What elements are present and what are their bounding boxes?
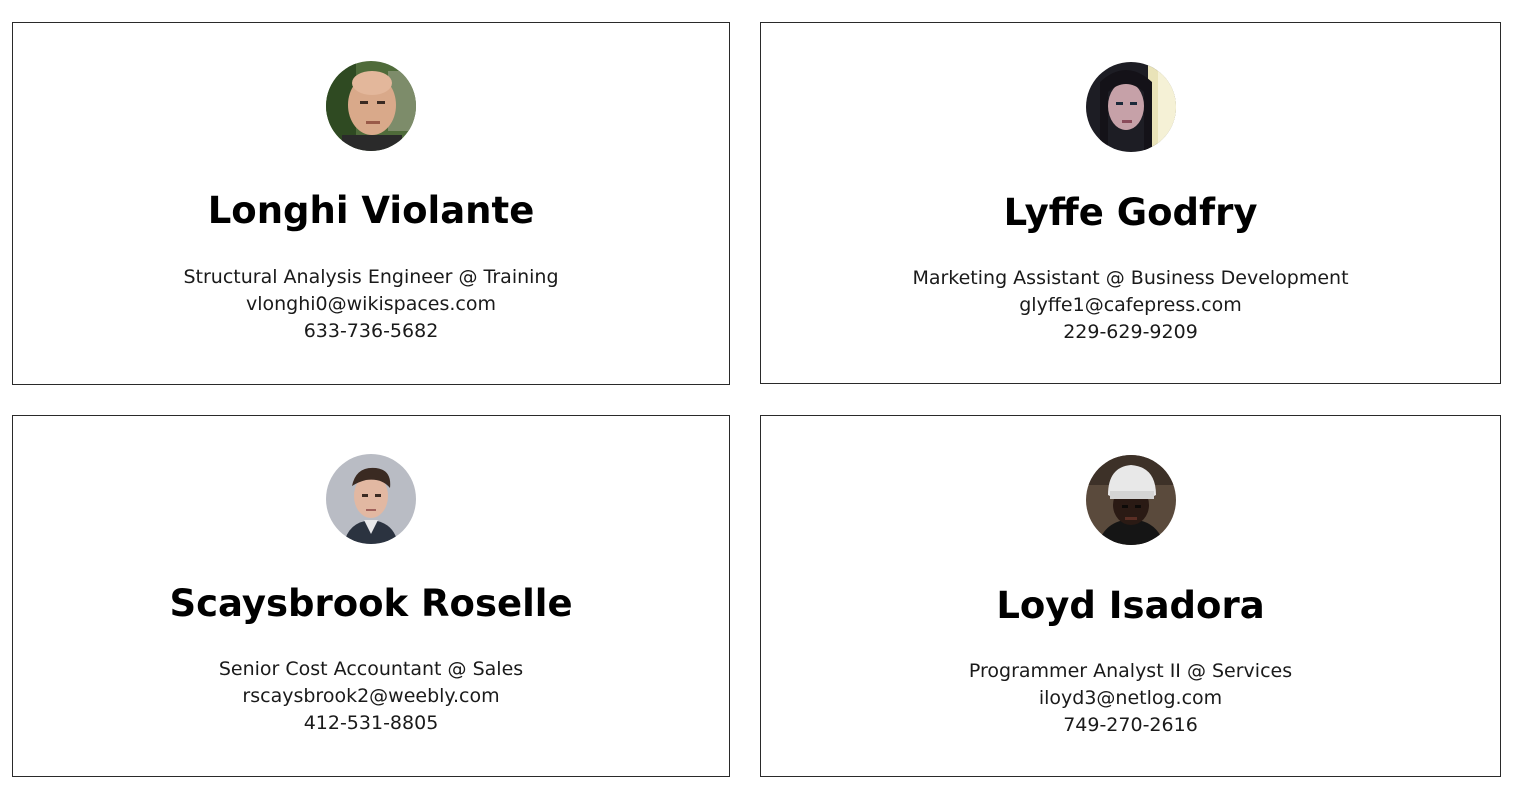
person-details: Structural Analysis Engineer @ Training … xyxy=(13,264,729,345)
email-address: rscaysbrook2@weebly.com xyxy=(242,685,500,707)
person-name: Longhi Violante xyxy=(207,189,535,232)
person-name: Lyffe Godfry xyxy=(1003,191,1258,234)
person-name: Scaysbrook Roselle xyxy=(169,582,573,625)
job-title: Senior Cost Accountant @ Sales xyxy=(218,658,524,680)
profile-card: Longhi Violante Structural Analysis Engi… xyxy=(12,22,730,385)
profile-card: Lyffe Godfry Marketing Assistant @ Busin… xyxy=(760,22,1501,384)
profile-card: Scaysbrook Roselle Senior Cost Accountan… xyxy=(12,415,730,777)
email-address: iloyd3@netlog.com xyxy=(1038,687,1223,709)
avatar xyxy=(326,61,416,151)
person-details: Marketing Assistant @ Business Developme… xyxy=(761,265,1500,346)
avatar xyxy=(1085,455,1176,545)
avatar-photo-icon xyxy=(326,454,416,544)
phone-number: 633-736-5682 xyxy=(303,320,439,342)
phone-number: 749-270-2616 xyxy=(1063,714,1198,736)
email-address: glyffe1@cafepress.com xyxy=(1019,294,1242,316)
avatar xyxy=(326,454,416,544)
avatar-photo-icon xyxy=(1085,455,1176,545)
avatar-photo-icon xyxy=(1085,62,1176,152)
avatar xyxy=(1085,62,1176,152)
job-title: Structural Analysis Engineer @ Training xyxy=(183,266,559,288)
profile-card: Loyd Isadora Programmer Analyst II @ Ser… xyxy=(760,415,1501,777)
job-title: Programmer Analyst II @ Services xyxy=(968,660,1293,682)
email-address: vlonghi0@wikispaces.com xyxy=(245,293,496,315)
avatar-photo-icon xyxy=(326,61,416,151)
person-details: Senior Cost Accountant @ Sales rscaysbro… xyxy=(13,656,729,737)
person-name: Loyd Isadora xyxy=(996,584,1265,627)
phone-number: 412-531-8805 xyxy=(303,712,439,734)
person-details: Programmer Analyst II @ Services iloyd3@… xyxy=(761,658,1500,739)
job-title: Marketing Assistant @ Business Developme… xyxy=(912,267,1349,289)
phone-number: 229-629-9209 xyxy=(1063,321,1198,343)
